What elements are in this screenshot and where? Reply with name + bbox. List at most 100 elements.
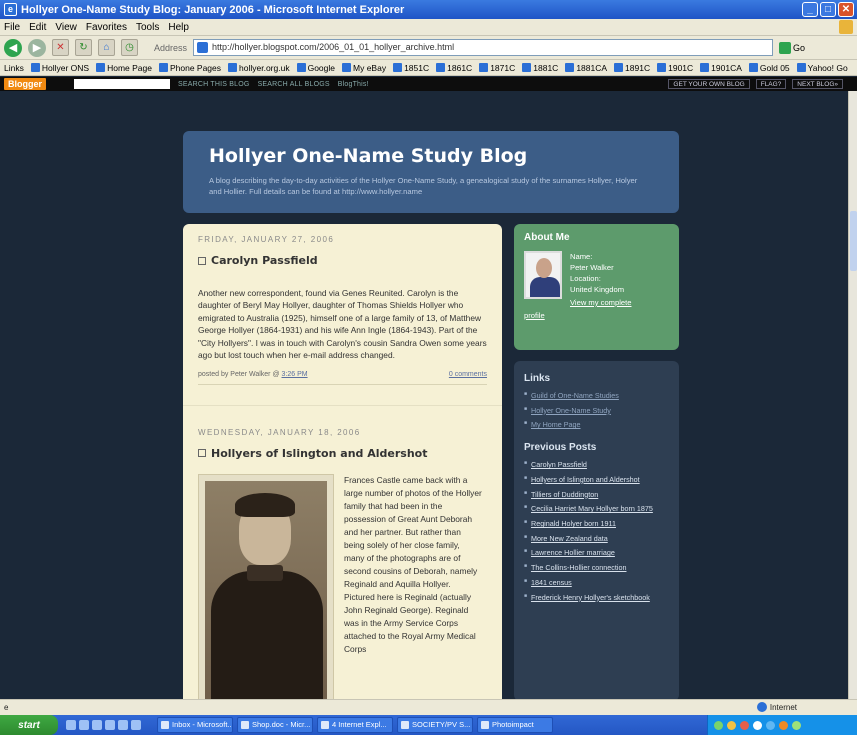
taskbar-item[interactable]: 4 Internet Expl...: [317, 717, 393, 733]
quick-launch-icon[interactable]: [79, 720, 89, 730]
link-item[interactable]: 1871C: [479, 63, 515, 73]
profile-link[interactable]: profile: [524, 311, 669, 320]
minimize-button[interactable]: _: [802, 2, 818, 17]
vertical-scrollbar[interactable]: [848, 91, 857, 699]
quick-launch-icon[interactable]: [105, 720, 115, 730]
previous-post-link[interactable]: Carolyn Passfield: [531, 460, 587, 469]
sidebar-link[interactable]: My Home Page: [531, 420, 581, 429]
previous-post-link[interactable]: Frederick Henry Hollyer's sketchbook: [531, 593, 650, 602]
post-permalink[interactable]: 3:26 PM: [282, 371, 308, 378]
link-item[interactable]: Phone Pages: [158, 63, 221, 73]
list-item[interactable]: More New Zealand data: [524, 534, 669, 544]
menu-favorites[interactable]: Favorites: [86, 22, 127, 33]
list-item[interactable]: Reginald Holyer born 1911: [524, 519, 669, 529]
address-input[interactable]: http://hollyer.blogspot.com/2006_01_01_h…: [193, 39, 774, 56]
tray-icon[interactable]: [779, 720, 788, 730]
menu-tools[interactable]: Tools: [136, 22, 159, 33]
blog-title[interactable]: Hollyer One-Name Study Blog: [209, 145, 653, 167]
tray-icon[interactable]: [740, 720, 749, 730]
blog-search-input[interactable]: [74, 79, 171, 89]
start-button[interactable]: start: [0, 715, 58, 735]
menu-help[interactable]: Help: [168, 22, 189, 33]
link-item[interactable]: hollyer.org.uk: [228, 63, 290, 73]
list-item[interactable]: Cecilia Harriet Mary Hollyer born 1875: [524, 504, 669, 514]
tray-icon[interactable]: [753, 720, 762, 730]
previous-post-link[interactable]: Tilliers of Duddington: [531, 490, 598, 499]
list-item[interactable]: The Collins-Hollier connection: [524, 563, 669, 573]
previous-post-link[interactable]: Hollyers of Islington and Aldershot: [531, 475, 640, 484]
previous-post-link[interactable]: More New Zealand data: [531, 534, 608, 543]
link-item[interactable]: My eBay: [342, 63, 386, 73]
blogger-logo[interactable]: Blogger: [4, 78, 47, 90]
flag-button[interactable]: FLAG?: [755, 79, 787, 89]
link-item[interactable]: 1861C: [436, 63, 472, 73]
link-item[interactable]: Hollyer ONS: [30, 63, 89, 73]
taskbar-item[interactable]: SOCIETY/PV S...: [397, 717, 473, 733]
sidebar-link[interactable]: Hollyer One-Name Study: [531, 406, 611, 415]
taskbar-item[interactable]: Inbox - Microsoft...: [157, 717, 233, 733]
quick-launch-icon[interactable]: [118, 720, 128, 730]
link-item[interactable]: 1901CA: [700, 63, 742, 73]
list-item[interactable]: Guild of One-Name Studies: [524, 391, 669, 401]
profile-name: Peter Walker: [570, 263, 614, 272]
home-button[interactable]: ⌂: [98, 39, 115, 56]
list-item[interactable]: 1841 census: [524, 578, 669, 588]
quick-launch-icon[interactable]: [92, 720, 102, 730]
link-item[interactable]: 1851C: [393, 63, 429, 73]
maximize-button[interactable]: □: [820, 2, 836, 17]
list-item[interactable]: Hollyer One-Name Study: [524, 406, 669, 416]
tray-icon[interactable]: [766, 720, 775, 730]
history-button[interactable]: ◷: [121, 39, 138, 56]
quick-launch-icon[interactable]: [66, 720, 76, 730]
post-title[interactable]: Hollyers of Islington and Aldershot: [198, 447, 487, 460]
post-title[interactable]: Carolyn Passfield: [198, 254, 487, 267]
link-item[interactable]: 1901C: [657, 63, 693, 73]
link-item[interactable]: 1891C: [614, 63, 650, 73]
get-own-blog-button[interactable]: GET YOUR OWN BLOG: [668, 79, 750, 89]
sidebar-link[interactable]: Guild of One-Name Studies: [531, 391, 619, 400]
link-item[interactable]: Home Page: [96, 63, 152, 73]
previous-post-link[interactable]: Cecilia Harriet Mary Hollyer born 1875: [531, 504, 653, 513]
avatar[interactable]: [524, 251, 562, 299]
list-item[interactable]: Tilliers of Duddington: [524, 490, 669, 500]
scrollbar-thumb[interactable]: [850, 211, 857, 271]
tray-icon[interactable]: [714, 720, 723, 730]
previous-posts-list: Carolyn Passfield Hollyers of Islington …: [524, 460, 669, 602]
link-item[interactable]: 1881C: [522, 63, 558, 73]
search-this-blog-button[interactable]: SEARCH THIS BLOG: [178, 81, 250, 88]
back-button[interactable]: ◀: [4, 38, 22, 57]
search-all-blogs-button[interactable]: SEARCH ALL BLOGS: [258, 81, 330, 88]
post-photo[interactable]: [198, 473, 334, 699]
close-button[interactable]: ✕: [838, 2, 854, 17]
menu-edit[interactable]: Edit: [29, 22, 46, 33]
list-item[interactable]: Carolyn Passfield: [524, 460, 669, 470]
refresh-button[interactable]: ↻: [75, 39, 92, 56]
link-item[interactable]: 1881CA: [565, 63, 607, 73]
tray-icon[interactable]: [792, 720, 801, 730]
blogthis-link[interactable]: BlogThis!: [338, 81, 369, 88]
list-item[interactable]: Hollyers of Islington and Aldershot: [524, 475, 669, 485]
stop-button[interactable]: ✕: [52, 39, 69, 56]
menu-file[interactable]: File: [4, 22, 20, 33]
link-item[interactable]: Google: [296, 63, 335, 73]
menu-view[interactable]: View: [55, 22, 77, 33]
comments-link[interactable]: 0 comments: [449, 371, 487, 378]
taskbar-item[interactable]: Photoimpact: [477, 717, 553, 733]
previous-post-link[interactable]: Lawrence Hollier marriage: [531, 548, 615, 557]
previous-post-link[interactable]: 1841 census: [531, 578, 572, 587]
tray-icon[interactable]: [727, 720, 736, 730]
link-item[interactable]: Gold 05: [748, 63, 790, 73]
list-item[interactable]: My Home Page: [524, 420, 669, 430]
view-profile-link[interactable]: View my complete: [570, 297, 631, 308]
previous-post-link[interactable]: The Collins-Hollier connection: [531, 563, 626, 572]
previous-post-link[interactable]: Reginald Holyer born 1911: [531, 519, 616, 528]
list-item[interactable]: Lawrence Hollier marriage: [524, 548, 669, 558]
link-item[interactable]: Yahoo! Go: [796, 63, 848, 73]
quick-launch-icon[interactable]: [131, 720, 141, 730]
next-blog-button[interactable]: NEXT BLOG»: [792, 79, 843, 89]
page-icon: [342, 63, 351, 72]
forward-button[interactable]: ▶: [28, 38, 46, 57]
taskbar-item[interactable]: Shop.doc - Micr...: [237, 717, 313, 733]
go-button[interactable]: Go: [779, 39, 805, 56]
list-item[interactable]: Frederick Henry Hollyer's sketchbook: [524, 593, 669, 603]
